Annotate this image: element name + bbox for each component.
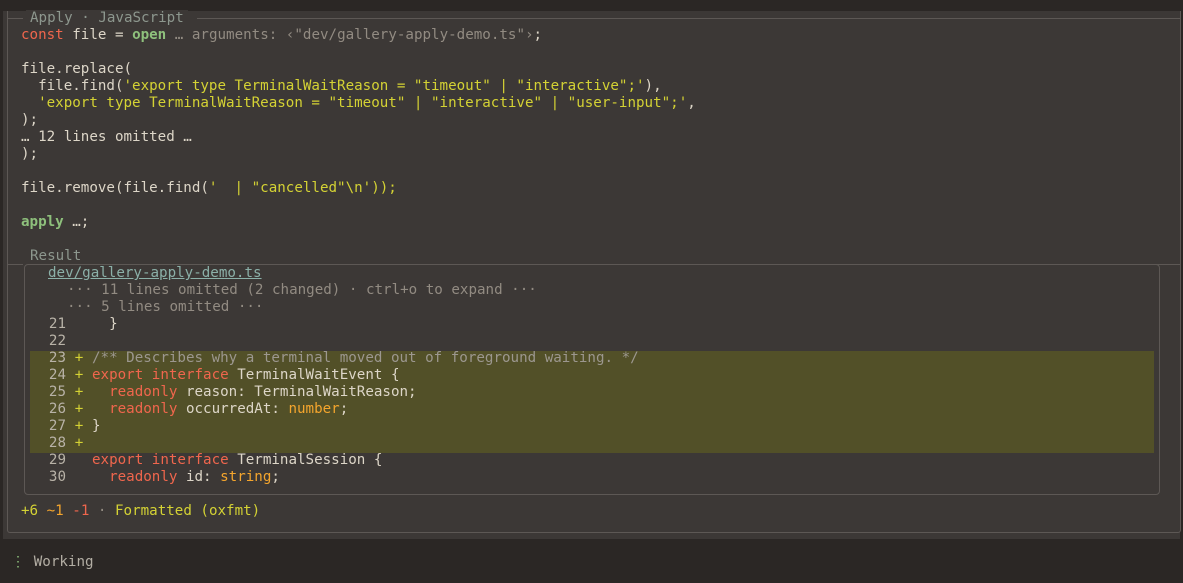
line-number: 23 [48,350,66,366]
code-line-3: file.replace( [21,61,133,77]
code-text: file.find( [21,78,124,94]
code-text: file.remove(file.find( [21,180,209,196]
code-line-4: file.find('export type TerminalWaitReaso… [21,78,662,95]
legend-language: JavaScript [98,10,184,26]
code-text: /** Describes why a terminal moved out o… [92,350,639,366]
diff-line: 22 [30,333,92,350]
diff-sign: + [74,384,84,400]
code-line-6: ); [21,112,39,128]
file-link-legend: dev/gallery-apply-demo.ts [44,265,266,282]
legend-separator: · [72,10,99,26]
open-arguments: … arguments: ‹"dev/gallery-apply-demo.ts… [166,27,534,43]
code-text: file = [63,27,133,43]
diff-line: 29 export interface TerminalSession { [30,452,383,469]
frame-line-right [197,18,1181,19]
diff-sign: + [74,350,84,366]
working-icon: ⋮ [11,554,26,570]
formatted-note: Formatted (oxfmt) [115,503,261,519]
code-text: id: [177,469,221,485]
apply-legend: Apply · JavaScript [26,10,188,27]
code-text: TerminalSession { [228,452,383,468]
code-line-7: … 12 lines omitted … [21,129,192,145]
line-number: 28 [48,435,66,451]
line-number: 29 [48,452,66,468]
keyword: readonly [92,384,178,400]
line-number: 30 [48,469,66,485]
diff-line: 24 + export interface TerminalWaitEvent { [30,367,400,384]
diff-line: 26 + readonly occurredAt: number; [30,401,348,418]
diff-line: 30 readonly id: string; [30,469,280,486]
code-text: } [92,316,118,332]
code-line-1: const file = open … arguments: ‹"dev/gal… [21,27,542,44]
keyword: readonly [92,401,178,417]
code-text: TerminalWaitEvent { [228,367,400,383]
line-number: 25 [48,384,66,400]
line-number: 27 [48,418,66,434]
stats-separator: · [89,503,115,519]
frame-line-left [7,18,23,19]
diff-sign: + [74,435,84,451]
code-text: ; [271,469,280,485]
diff-line: 28 + [30,435,92,452]
status-label: Working [33,554,94,570]
code-text: ; [339,401,349,417]
string-literal: 'export type TerminalWaitReason = "timeo… [123,78,645,94]
line-number: 21 [48,316,66,332]
line-number: 22 [48,333,66,349]
omitted-lines-notice-2[interactable]: ··· 5 lines omitted ··· [67,299,263,316]
const-keyword: const [21,27,64,43]
code-line-8: ); [21,146,39,162]
code-text: ), [644,78,662,94]
diff-sign: + [74,401,84,417]
code-text: ; [533,27,543,43]
code-text: occurredAt: [177,401,289,417]
diff-line: 27 +} [30,418,101,435]
code-text: , [687,95,696,111]
diff-stats: +6 ~1 -1 · Formatted (oxfmt) [21,503,260,520]
type-keyword: number [288,401,340,417]
code-line-10: file.remove(file.find(' | "cancelled"\n'… [21,180,397,197]
code-text: )); [371,180,397,196]
status-bar: ⋮ Working [11,554,94,571]
removed-count: -1 [72,503,90,519]
diff-line: 23 + /** Describes why a terminal moved ou… [30,350,639,367]
keyword: export interface [92,452,229,468]
code-text: …; [63,214,90,230]
file-link[interactable]: dev/gallery-apply-demo.ts [48,265,262,281]
string-literal: 'export type TerminalWaitReason = "timeo… [21,95,688,111]
string-literal: ' | "cancelled"\n' [208,180,372,196]
diff-line: 21 } [30,316,118,333]
line-number: 26 [48,401,66,417]
line-number: 24 [48,367,66,383]
result-line-left [7,264,23,265]
diff-sign: + [74,418,84,434]
open-keyword: open [132,27,167,43]
keyword: readonly [92,469,178,485]
omitted-lines-notice[interactable]: ··· 11 lines omitted (2 changed) · ctrl+… [67,282,537,299]
diff-sign: + [74,367,84,383]
code-line-5: 'export type TerminalWaitReason = "timeo… [21,95,696,112]
type-keyword: string [220,469,272,485]
diff-line: 25 + readonly reason: TerminalWaitReason; [30,384,417,401]
code-line-12: apply …; [21,214,89,231]
code-text: } [92,418,101,434]
apply-keyword: apply [21,214,64,230]
changed-count: ~1 [46,503,64,519]
legend-title: Apply [30,10,73,26]
code-text: reason: TerminalWaitReason; [177,384,417,400]
result-legend: Result [26,248,86,265]
keyword: export interface [92,367,229,383]
added-count: +6 [21,503,39,519]
